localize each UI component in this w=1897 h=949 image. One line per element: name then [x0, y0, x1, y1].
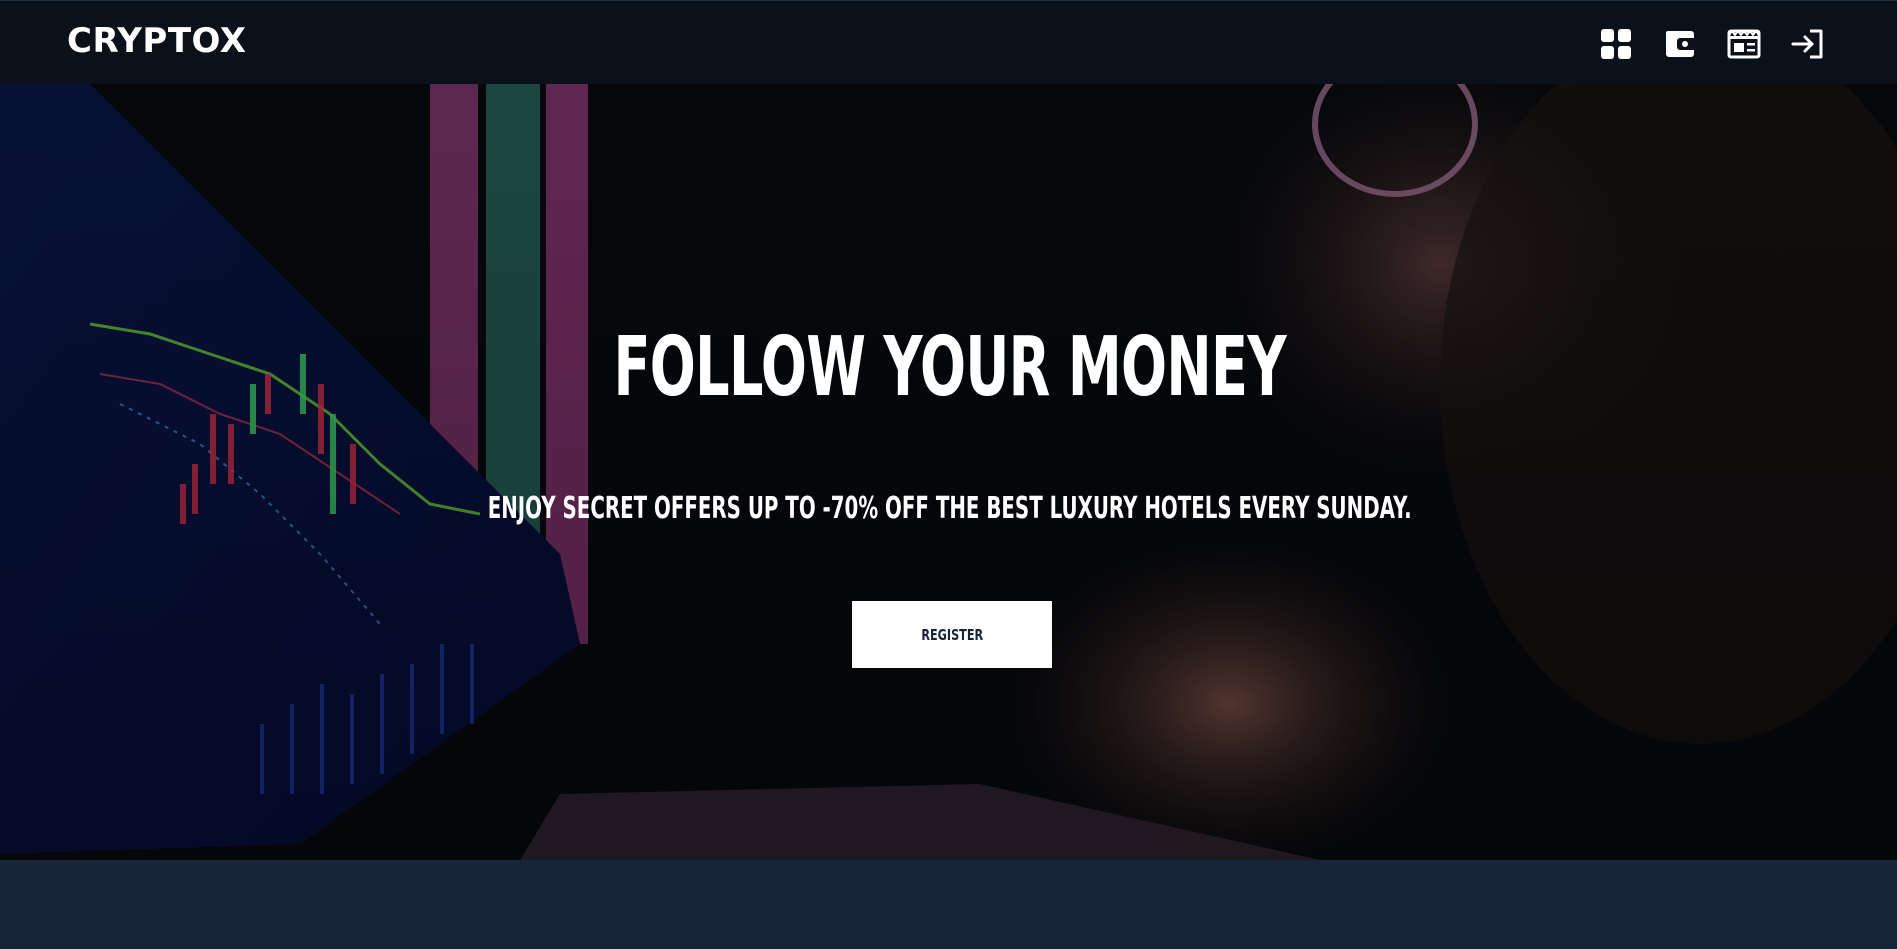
- news-icon[interactable]: [1727, 27, 1761, 61]
- login-icon[interactable]: [1791, 27, 1825, 61]
- dashboard-icon[interactable]: [1599, 27, 1633, 61]
- hero-section: FOLLOW YOUR MONEY ENJOY SECRET OFFERS UP…: [0, 84, 1897, 860]
- hero-background-image: [0, 84, 1897, 860]
- register-button[interactable]: REGISTER: [852, 601, 1052, 668]
- nav-icon-group: [1599, 27, 1825, 61]
- wallet-icon[interactable]: [1663, 27, 1697, 61]
- brand-logo[interactable]: CRYPTOX: [67, 21, 246, 61]
- hero-title: FOLLOW YOUR MONEY: [613, 319, 1286, 415]
- register-button-label: REGISTER: [921, 625, 983, 644]
- footer-band: [0, 860, 1897, 949]
- hero-subtitle: ENJOY SECRET OFFERS UP TO -70% OFF THE B…: [487, 491, 1412, 526]
- top-navbar: CRYPTOX: [0, 0, 1897, 84]
